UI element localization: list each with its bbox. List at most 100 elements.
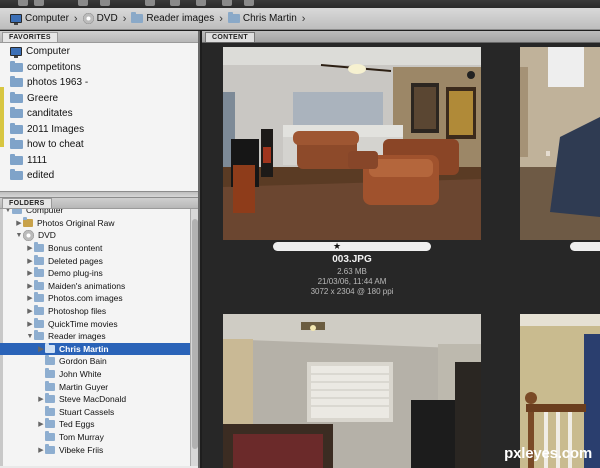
tree-item[interactable]: ▶ Chris Martin xyxy=(0,342,190,356)
favorite-label: photos 1963 - xyxy=(27,77,89,89)
rating-bar[interactable] xyxy=(570,242,600,251)
living-room-photo xyxy=(223,47,481,240)
background-window-sliver xyxy=(0,87,4,147)
disclosure-closed-icon[interactable]: ▶ xyxy=(26,244,34,252)
file-date: 21/03/06, 11:44 AM xyxy=(317,277,387,286)
favorite-item[interactable]: Greere xyxy=(0,91,198,107)
tree-item-label: Steve MacDonald xyxy=(59,394,127,405)
rating-star-icon[interactable]: ★ xyxy=(332,241,342,252)
folder-icon xyxy=(34,254,44,265)
tree-item[interactable]: Gordon Bain xyxy=(0,355,190,368)
boomerang-icon[interactable] xyxy=(145,0,155,6)
tree-item[interactable]: ▶ Demo plug-ins xyxy=(0,267,190,280)
disclosure-closed-icon[interactable]: ▶ xyxy=(26,257,34,265)
history-icon[interactable] xyxy=(78,0,88,6)
tree-item[interactable]: ▼ Reader images xyxy=(0,330,190,343)
tree-item[interactable]: ▶ Photos Original Raw xyxy=(0,216,190,230)
tree-item-label: Bonus content xyxy=(48,243,103,254)
disclosure-open-icon[interactable]: ▼ xyxy=(4,209,12,214)
content-tab-bar: CONTENT xyxy=(202,31,600,43)
folder-icon xyxy=(34,279,44,290)
folder-icon xyxy=(45,380,55,391)
folder-icon xyxy=(227,12,240,23)
tree-item[interactable]: ▼ Computer xyxy=(0,209,190,217)
folder-icon xyxy=(10,60,23,72)
tree-item[interactable]: ▶ Steve MacDonald xyxy=(0,393,190,406)
favorite-item[interactable]: canditates xyxy=(0,106,198,122)
favorite-item[interactable]: 2011 Images xyxy=(0,122,198,138)
forward-icon[interactable] xyxy=(34,0,44,6)
tab-favorites[interactable]: FAVORITES xyxy=(2,32,58,42)
tree-item-label: Demo plug-ins xyxy=(48,268,103,279)
disclosure-closed-icon[interactable]: ▶ xyxy=(37,446,45,454)
folders-tab-bar: FOLDERS xyxy=(0,198,198,209)
tree-scrollbar[interactable] xyxy=(190,209,198,466)
back-icon[interactable] xyxy=(18,0,28,6)
camera-icon[interactable] xyxy=(170,0,180,6)
crumb-dvd[interactable]: DVD xyxy=(82,13,118,24)
tree-item[interactable]: Martin Guyer xyxy=(0,380,190,393)
folder-icon xyxy=(10,169,23,181)
folder-icon xyxy=(45,418,55,429)
rotate-icon[interactable] xyxy=(222,0,232,6)
tree-item-label: Chris Martin xyxy=(59,343,109,354)
favorites-tab-bar: FAVORITES xyxy=(0,31,198,43)
disclosure-closed-icon[interactable]: ▶ xyxy=(37,420,45,428)
thumbnail-004[interactable] xyxy=(520,47,600,240)
favorite-item[interactable]: how to cheat xyxy=(0,137,198,153)
tab-content[interactable]: CONTENT xyxy=(205,32,255,42)
disclosure-closed-icon[interactable]: ▶ xyxy=(26,282,34,290)
disclosure-closed-icon[interactable]: ▶ xyxy=(15,219,23,227)
thumbnail-003[interactable] xyxy=(223,47,481,240)
tree-item[interactable]: ▶ Photos.com images xyxy=(0,292,190,305)
thumbnail-005[interactable] xyxy=(223,314,481,468)
favorite-item[interactable]: competitons xyxy=(0,60,198,76)
chevron-right-icon: › xyxy=(301,12,306,25)
rating-bar[interactable] xyxy=(273,242,431,251)
folder-icon xyxy=(45,342,55,353)
tree-item[interactable]: ▶ Deleted pages xyxy=(0,254,190,267)
crumb-chris-martin[interactable]: Chris Martin xyxy=(227,12,297,24)
favorite-item[interactable]: edited xyxy=(0,168,198,184)
watermark: pxleyes.com xyxy=(504,445,592,462)
folder-tree: ▼ Computer ▶ Photos Original Raw ▼ DVD ▶ Bonus … xyxy=(0,209,198,466)
disclosure-closed-icon[interactable]: ▶ xyxy=(37,345,45,353)
tree-item[interactable]: ▶ Ted Eggs xyxy=(0,418,190,431)
tree-item[interactable]: ▶ Photoshop files xyxy=(0,305,190,318)
tree-item[interactable]: ▶ Vibeke Friis xyxy=(0,443,190,456)
tree-item[interactable]: Tom Murray xyxy=(0,431,190,444)
disclosure-closed-icon[interactable]: ▶ xyxy=(37,395,45,403)
favorite-item[interactable]: photos 1963 - xyxy=(0,75,198,91)
tree-item-label: QuickTime movies xyxy=(48,318,118,329)
folder-icon xyxy=(10,138,23,150)
favorite-item[interactable]: 1111 xyxy=(0,153,198,169)
favorite-item[interactable]: Computer xyxy=(0,44,198,60)
disclosure-closed-icon[interactable]: ▶ xyxy=(26,269,34,277)
tree-item[interactable]: ▶ Maiden's animations xyxy=(0,279,190,293)
favorite-label: canditates xyxy=(27,108,73,120)
crumb-reader-images[interactable]: Reader images xyxy=(131,12,214,24)
tree-item[interactable]: ▼ DVD xyxy=(0,229,190,242)
disclosure-open-icon[interactable]: ▼ xyxy=(26,333,34,340)
disclosure-open-icon[interactable]: ▼ xyxy=(15,232,23,239)
tree-item[interactable]: ▶ QuickTime movies xyxy=(0,317,190,330)
computer-icon xyxy=(10,47,22,59)
disclosure-closed-icon[interactable]: ▶ xyxy=(26,307,34,315)
favorite-label: competitons xyxy=(27,61,81,73)
bedroom-photo xyxy=(223,314,481,468)
drive-icon xyxy=(23,216,33,227)
panel-splitter[interactable] xyxy=(0,191,198,198)
tab-folders[interactable]: FOLDERS xyxy=(2,198,52,208)
crumb-label: Chris Martin xyxy=(242,13,297,24)
crumb-computer[interactable]: Computer xyxy=(10,13,69,25)
scrollbar-thumb[interactable] xyxy=(192,219,198,449)
disclosure-closed-icon[interactable]: ▶ xyxy=(26,320,34,328)
open-recent-icon[interactable] xyxy=(244,0,254,6)
tree-item[interactable]: John White xyxy=(0,368,190,381)
tree-item[interactable]: Stuart Cassels xyxy=(0,405,190,419)
folder-icon xyxy=(34,305,44,316)
disclosure-closed-icon[interactable]: ▶ xyxy=(26,294,34,302)
tree-item[interactable]: ▶ Bonus content xyxy=(0,242,190,255)
reveal-icon[interactable] xyxy=(100,0,110,6)
refine-icon[interactable] xyxy=(196,0,206,6)
